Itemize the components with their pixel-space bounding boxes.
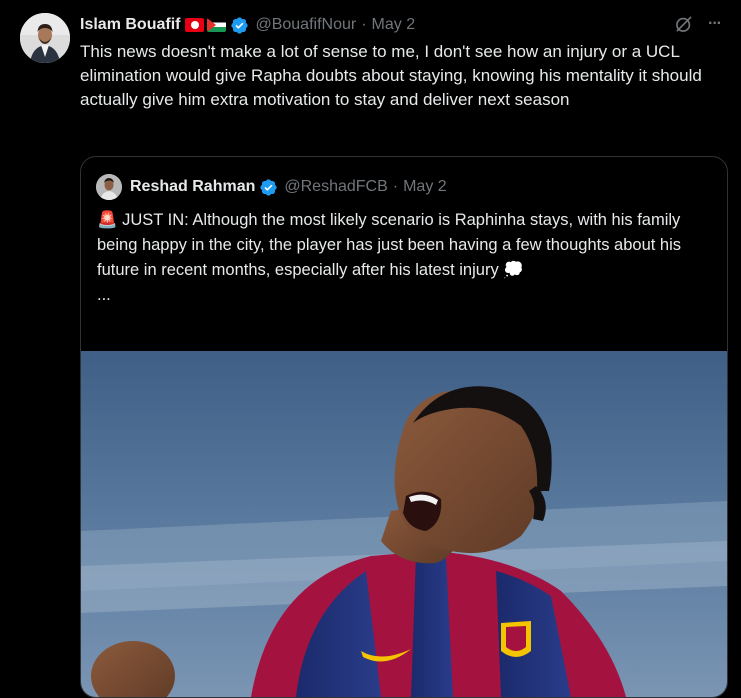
tweet-date[interactable]: May 2 <box>372 16 416 34</box>
siren-emoji: 🚨 <box>97 211 118 229</box>
show-more-ellipsis[interactable]: ... <box>97 283 712 308</box>
thought-balloon-emoji: 💭 <box>503 261 524 279</box>
tweet-text: This news doesn't make a lot of sense to… <box>80 42 702 109</box>
avatar[interactable] <box>20 13 70 63</box>
tweet[interactable]: Islam Bouafif @BouafifNour · May 2 ··· T… <box>0 0 741 698</box>
quoted-tweet-text: 🚨 JUST IN: Although the most likely scen… <box>97 208 712 308</box>
verified-badge-icon[interactable] <box>259 178 278 197</box>
separator-dot: · <box>361 16 367 33</box>
quoted-tweet-photo[interactable] <box>81 351 727 697</box>
quoted-tweet[interactable]: Reshad Rahman @ReshadFCB · May 2 🚨 JUST … <box>80 156 728 698</box>
tweet-header: Islam Bouafif @BouafifNour · May 2 ··· <box>80 14 722 36</box>
quoted-tweet-body: JUST IN: Although the most likely scenar… <box>97 211 682 279</box>
verified-badge-icon[interactable] <box>230 16 249 35</box>
quoted-avatar[interactable] <box>96 174 122 200</box>
quoted-author-handle[interactable]: @ReshadFCB <box>284 178 387 196</box>
author-name[interactable]: Islam Bouafif <box>80 16 180 34</box>
author-handle[interactable]: @BouafifNour <box>255 16 356 34</box>
tweet-actions: ··· <box>674 14 722 34</box>
grok-icon[interactable] <box>674 14 694 34</box>
quoted-author-name[interactable]: Reshad Rahman <box>130 178 255 196</box>
more-icon[interactable]: ··· <box>708 15 722 33</box>
quoted-tweet-date[interactable]: May 2 <box>403 178 447 196</box>
flag-tunisia-icon <box>185 18 205 32</box>
flag-palestine-icon <box>207 18 227 32</box>
separator-dot: · <box>392 178 399 195</box>
raphinha-photo <box>81 351 727 697</box>
quoted-tweet-header: Reshad Rahman @ReshadFCB · May 2 <box>96 174 447 200</box>
